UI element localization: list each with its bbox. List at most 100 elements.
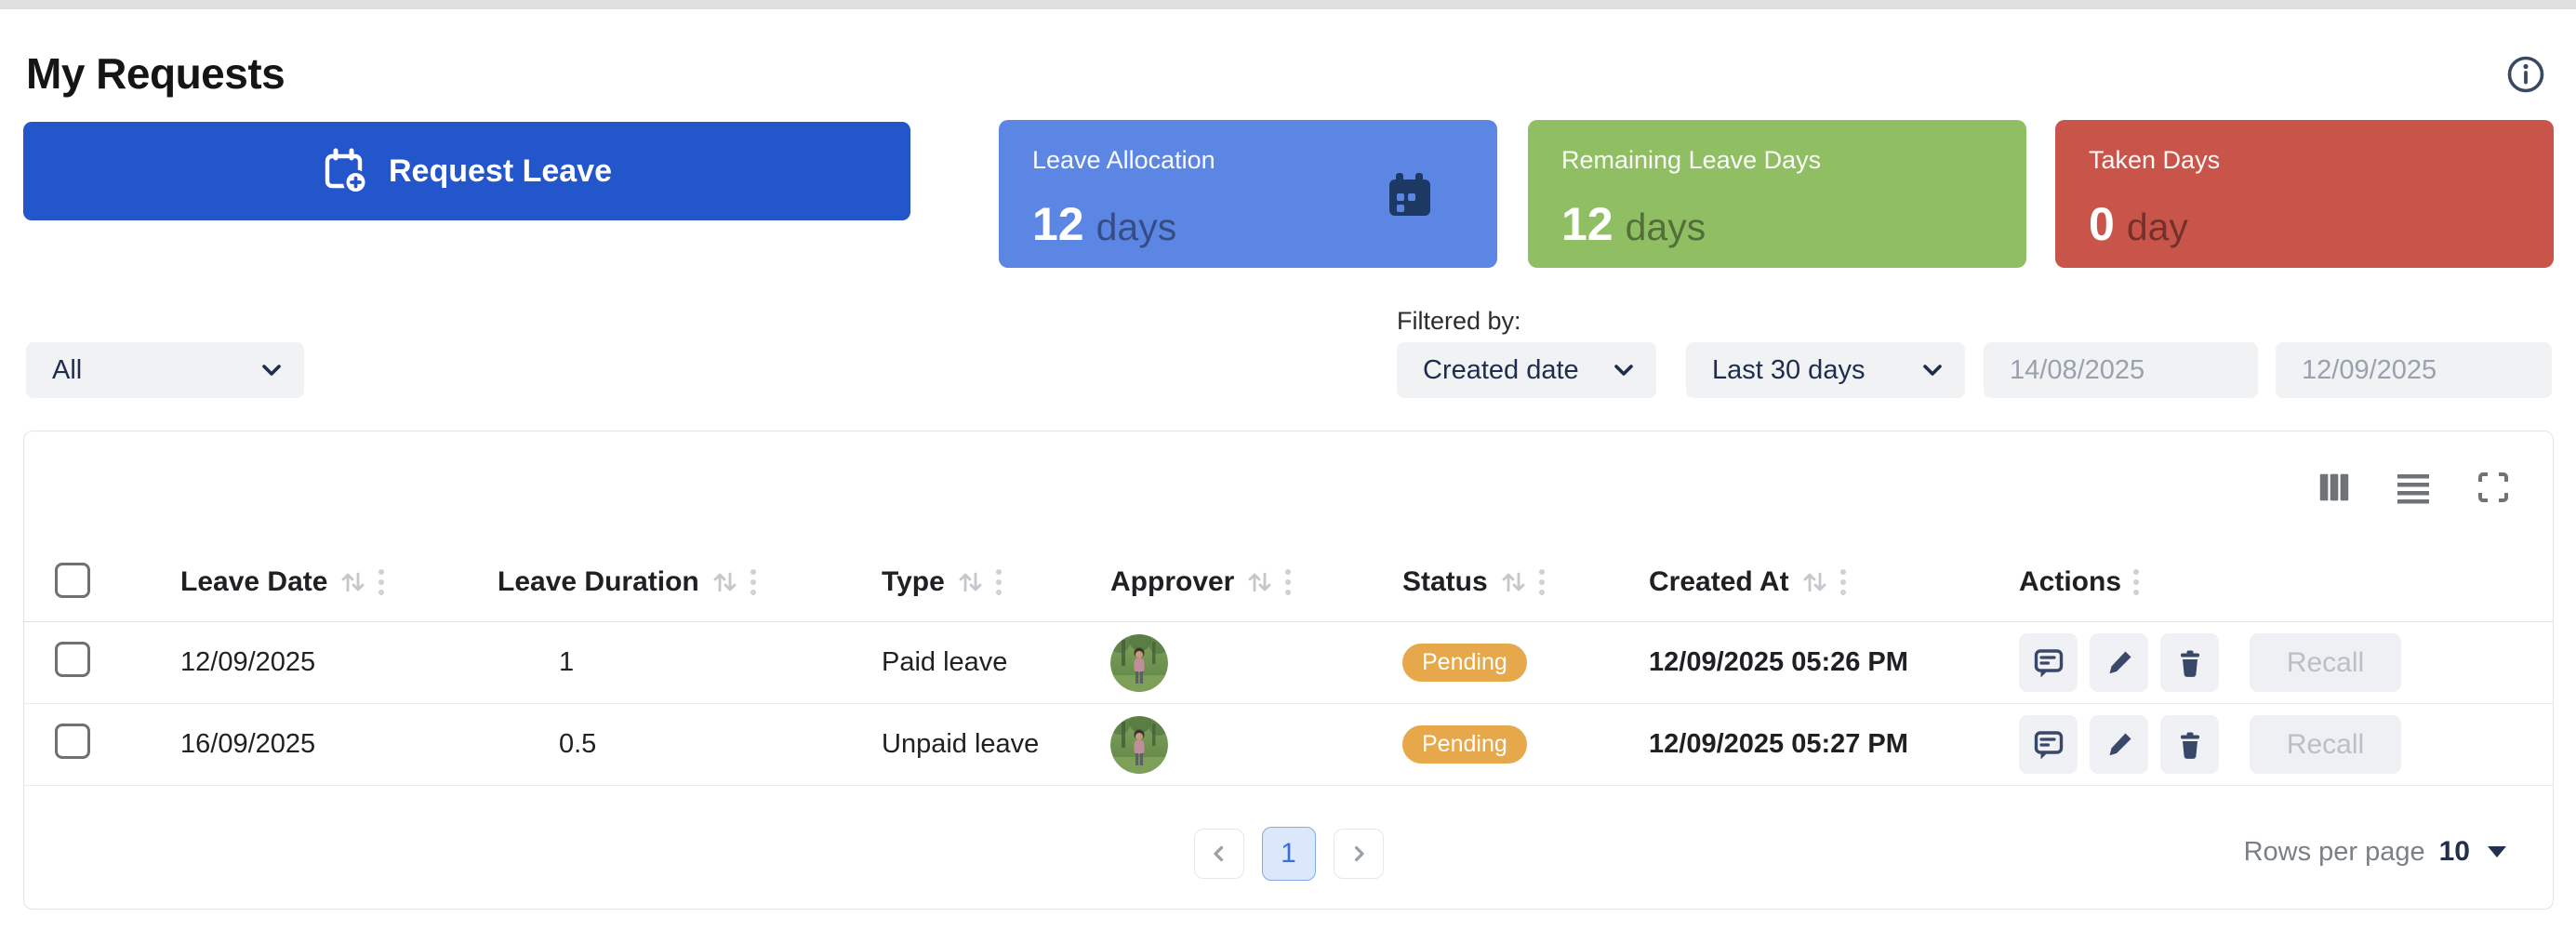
- filter-range-select[interactable]: Last 30 days: [1686, 342, 1965, 398]
- page-number-button[interactable]: 1: [1262, 827, 1316, 881]
- column-label: Type: [882, 566, 945, 598]
- requests-table-card: Leave Date Leave Duration Type: [23, 431, 2554, 910]
- sort-icon[interactable]: [339, 568, 366, 596]
- column-menu-dots-icon[interactable]: [378, 567, 385, 597]
- leave-date-cell: 16/09/2025: [150, 729, 467, 760]
- chevron-right-icon: [1349, 844, 1368, 863]
- column-label: Actions: [2019, 566, 2121, 598]
- chevron-left-icon: [1210, 844, 1228, 863]
- column-label: Created At: [1649, 566, 1789, 598]
- leave-duration-cell: 0.5: [467, 729, 851, 760]
- row-checkbox[interactable]: [55, 724, 90, 759]
- stat-unit: days: [1626, 206, 1706, 249]
- approver-avatar[interactable]: [1110, 716, 1168, 774]
- columns-icon[interactable]: [2317, 470, 2352, 505]
- created-at-cell: 12/09/2025 05:27 PM: [1618, 729, 1988, 760]
- remaining-leave-card: Remaining Leave Days 12 days: [1528, 120, 2026, 268]
- column-header-created-at[interactable]: Created At: [1618, 566, 1988, 598]
- date-from-input[interactable]: [1984, 342, 2258, 398]
- edit-pencil-icon: [2104, 729, 2135, 761]
- stat-unit: day: [2127, 206, 2188, 249]
- delete-button[interactable]: [2160, 715, 2219, 774]
- calendar-plus-icon: [322, 147, 370, 195]
- select-all-checkbox[interactable]: [55, 563, 90, 598]
- request-leave-button[interactable]: Request Leave: [23, 122, 910, 220]
- column-menu-dots-icon[interactable]: [1284, 567, 1292, 597]
- fullscreen-icon[interactable]: [2475, 469, 2512, 506]
- column-label: Leave Date: [180, 566, 327, 598]
- edit-button[interactable]: [2090, 715, 2148, 774]
- rows-per-page-control[interactable]: Rows per page 10: [2244, 836, 2506, 868]
- rows-per-page-value: 10: [2439, 836, 2470, 868]
- table-toolbar: [2317, 469, 2512, 506]
- column-menu-dots-icon[interactable]: [750, 567, 757, 597]
- recall-button[interactable]: Recall: [2250, 715, 2401, 774]
- table-header-row: Leave Date Leave Duration Type: [24, 543, 2553, 622]
- select-value: Created date: [1397, 355, 1613, 386]
- delete-button[interactable]: [2160, 633, 2219, 692]
- pagination: 1: [1194, 827, 1384, 881]
- stat-value: 12: [1561, 197, 1613, 251]
- stat-unit: days: [1096, 206, 1177, 249]
- type-filter-select[interactable]: All: [26, 342, 304, 398]
- table-row: 12/09/2025 1 Paid leave: [24, 622, 2553, 704]
- comment-icon: [2032, 646, 2065, 680]
- edit-pencil-icon: [2104, 647, 2135, 679]
- sort-icon[interactable]: [710, 568, 738, 596]
- rows-density-icon[interactable]: [2395, 469, 2432, 506]
- chevron-down-icon: [1613, 364, 1634, 378]
- filter-field-select[interactable]: Created date: [1397, 342, 1656, 398]
- stat-value: 12: [1032, 197, 1084, 251]
- column-label: Leave Duration: [498, 566, 699, 598]
- top-divider-bar: [0, 0, 2576, 9]
- type-cell: Paid leave: [851, 647, 1080, 678]
- leave-duration-cell: 1: [467, 647, 851, 678]
- stat-value: 0: [2089, 197, 2115, 251]
- comment-button[interactable]: [2019, 715, 2078, 774]
- chevron-down-icon: [1922, 364, 1943, 378]
- column-header-status[interactable]: Status: [1372, 566, 1618, 598]
- sort-icon[interactable]: [1800, 568, 1828, 596]
- request-leave-label: Request Leave: [389, 153, 612, 190]
- taken-days-card: Taken Days 0 day: [2055, 120, 2554, 268]
- comment-icon: [2032, 728, 2065, 762]
- next-page-button[interactable]: [1334, 829, 1384, 879]
- row-checkbox[interactable]: [55, 642, 90, 677]
- filtered-by-label: Filtered by:: [1397, 307, 1521, 336]
- created-at-cell: 12/09/2025 05:26 PM: [1618, 647, 1988, 678]
- column-menu-dots-icon[interactable]: [1839, 567, 1847, 597]
- column-header-leave-duration[interactable]: Leave Duration: [467, 566, 851, 598]
- column-menu-dots-icon[interactable]: [995, 567, 1003, 597]
- previous-page-button[interactable]: [1194, 829, 1244, 879]
- select-value: All: [26, 355, 261, 386]
- column-menu-dots-icon[interactable]: [2132, 567, 2140, 597]
- table-row: 16/09/2025 0.5 Unpaid leave: [24, 704, 2553, 786]
- rows-per-page-label: Rows per page: [2244, 837, 2425, 868]
- calendar-icon: [1384, 168, 1436, 220]
- sort-icon[interactable]: [956, 568, 984, 596]
- sort-icon[interactable]: [1245, 568, 1273, 596]
- recall-button[interactable]: Recall: [2250, 633, 2401, 692]
- page-title: My Requests: [26, 48, 285, 99]
- leave-date-cell: 12/09/2025: [150, 647, 467, 678]
- status-badge: Pending: [1402, 644, 1527, 682]
- stat-label: Remaining Leave Days: [1561, 146, 2026, 175]
- actions-cell: Recall: [1988, 715, 2553, 774]
- column-header-approver[interactable]: Approver: [1080, 566, 1372, 598]
- caret-down-icon: [2488, 846, 2506, 857]
- trash-icon: [2174, 647, 2206, 679]
- select-value: Last 30 days: [1686, 355, 1922, 386]
- comment-button[interactable]: [2019, 633, 2078, 692]
- date-to-input[interactable]: [2276, 342, 2552, 398]
- column-menu-dots-icon[interactable]: [1538, 567, 1546, 597]
- leave-allocation-card: Leave Allocation 12 days: [999, 120, 1497, 268]
- column-header-leave-date[interactable]: Leave Date: [150, 566, 467, 598]
- sort-icon[interactable]: [1499, 568, 1527, 596]
- column-header-type[interactable]: Type: [851, 566, 1080, 598]
- info-icon[interactable]: [2505, 54, 2546, 95]
- column-header-actions[interactable]: Actions: [1988, 566, 2553, 598]
- edit-button[interactable]: [2090, 633, 2148, 692]
- chevron-down-icon: [261, 364, 282, 378]
- column-label: Approver: [1110, 566, 1234, 598]
- approver-avatar[interactable]: [1110, 634, 1168, 692]
